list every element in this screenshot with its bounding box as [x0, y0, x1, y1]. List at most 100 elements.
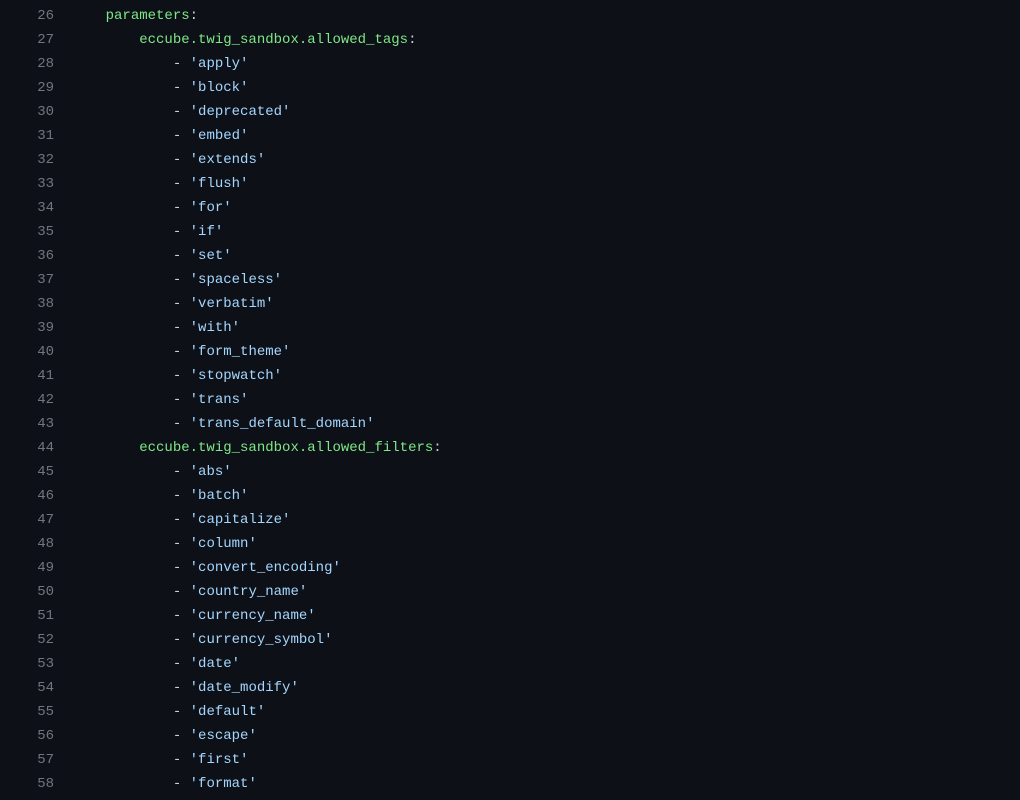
- code-line[interactable]: 35 - 'if': [0, 220, 1020, 244]
- yaml-string: 'batch': [190, 488, 249, 504]
- dash-icon: -: [173, 176, 190, 192]
- dash-icon: -: [173, 272, 190, 288]
- code-line[interactable]: 46 - 'batch': [0, 484, 1020, 508]
- line-content: - 'abs': [72, 460, 1020, 484]
- dash-icon: -: [173, 344, 190, 360]
- yaml-string: 'date_modify': [190, 680, 299, 696]
- code-line[interactable]: 53 - 'date': [0, 652, 1020, 676]
- line-number: 31: [0, 124, 72, 148]
- code-line[interactable]: 34 - 'for': [0, 196, 1020, 220]
- line-number: 34: [0, 196, 72, 220]
- code-line[interactable]: 50 - 'country_name': [0, 580, 1020, 604]
- yaml-string: 'if': [190, 224, 224, 240]
- code-line[interactable]: 42 - 'trans': [0, 388, 1020, 412]
- dash-icon: -: [173, 152, 190, 168]
- code-line[interactable]: 51 - 'currency_name': [0, 604, 1020, 628]
- code-line[interactable]: 29 - 'block': [0, 76, 1020, 100]
- yaml-string: 'trans': [190, 392, 249, 408]
- line-content: - 'apply': [72, 52, 1020, 76]
- line-content: - 'if': [72, 220, 1020, 244]
- code-line[interactable]: 59 - 'format_currency': [0, 796, 1020, 800]
- line-number: 44: [0, 436, 72, 460]
- line-content: - 'country_name': [72, 580, 1020, 604]
- yaml-string: 'convert_encoding': [190, 560, 341, 576]
- line-number: 46: [0, 484, 72, 508]
- code-line[interactable]: 33 - 'flush': [0, 172, 1020, 196]
- code-line[interactable]: 57 - 'first': [0, 748, 1020, 772]
- dash-icon: -: [173, 416, 190, 432]
- code-line[interactable]: 45 - 'abs': [0, 460, 1020, 484]
- line-content: - 'flush': [72, 172, 1020, 196]
- code-line[interactable]: 44 eccube.twig_sandbox.allowed_filters:: [0, 436, 1020, 460]
- dash-icon: -: [173, 632, 190, 648]
- line-content: - 'column': [72, 532, 1020, 556]
- yaml-string: 'with': [190, 320, 240, 336]
- colon: :: [433, 440, 441, 456]
- code-line[interactable]: 41 - 'stopwatch': [0, 364, 1020, 388]
- dash-icon: -: [173, 392, 190, 408]
- dash-icon: -: [173, 512, 190, 528]
- line-number: 42: [0, 388, 72, 412]
- colon: :: [408, 32, 416, 48]
- code-line[interactable]: 32 - 'extends': [0, 148, 1020, 172]
- code-line[interactable]: 54 - 'date_modify': [0, 676, 1020, 700]
- code-line[interactable]: 55 - 'default': [0, 700, 1020, 724]
- code-line[interactable]: 38 - 'verbatim': [0, 292, 1020, 316]
- code-line[interactable]: 40 - 'form_theme': [0, 340, 1020, 364]
- code-line[interactable]: 43 - 'trans_default_domain': [0, 412, 1020, 436]
- yaml-string: 'first': [190, 752, 249, 768]
- code-line[interactable]: 36 - 'set': [0, 244, 1020, 268]
- line-content: eccube.twig_sandbox.allowed_tags:: [72, 28, 1020, 52]
- dash-icon: -: [173, 776, 190, 792]
- line-number: 32: [0, 148, 72, 172]
- line-number: 51: [0, 604, 72, 628]
- line-content: - 'verbatim': [72, 292, 1020, 316]
- code-line[interactable]: 28 - 'apply': [0, 52, 1020, 76]
- line-content: - 'extends': [72, 148, 1020, 172]
- yaml-string: 'capitalize': [190, 512, 291, 528]
- line-number: 33: [0, 172, 72, 196]
- line-number: 28: [0, 52, 72, 76]
- yaml-string: 'currency_name': [190, 608, 316, 624]
- line-number: 49: [0, 556, 72, 580]
- code-line[interactable]: 37 - 'spaceless': [0, 268, 1020, 292]
- dash-icon: -: [173, 128, 190, 144]
- code-line[interactable]: 27 eccube.twig_sandbox.allowed_tags:: [0, 28, 1020, 52]
- dash-icon: -: [173, 752, 190, 768]
- dash-icon: -: [173, 728, 190, 744]
- yaml-string: 'apply': [190, 56, 249, 72]
- line-content: - 'batch': [72, 484, 1020, 508]
- line-content: - 'trans': [72, 388, 1020, 412]
- code-line[interactable]: 31 - 'embed': [0, 124, 1020, 148]
- yaml-string: 'deprecated': [190, 104, 291, 120]
- code-block[interactable]: 26 parameters:27 eccube.twig_sandbox.all…: [0, 0, 1020, 800]
- line-number: 40: [0, 340, 72, 364]
- code-line[interactable]: 58 - 'format': [0, 772, 1020, 796]
- code-line[interactable]: 26 parameters:: [0, 4, 1020, 28]
- yaml-string: 'flush': [190, 176, 249, 192]
- yaml-string: 'extends': [190, 152, 266, 168]
- code-line[interactable]: 48 - 'column': [0, 532, 1020, 556]
- code-line[interactable]: 39 - 'with': [0, 316, 1020, 340]
- line-number: 58: [0, 772, 72, 796]
- code-line[interactable]: 49 - 'convert_encoding': [0, 556, 1020, 580]
- line-content: - 'stopwatch': [72, 364, 1020, 388]
- line-number: 37: [0, 268, 72, 292]
- yaml-string: 'form_theme': [190, 344, 291, 360]
- code-line[interactable]: 47 - 'capitalize': [0, 508, 1020, 532]
- dash-icon: -: [173, 656, 190, 672]
- yaml-string: 'spaceless': [190, 272, 282, 288]
- line-number: 57: [0, 748, 72, 772]
- line-number: 56: [0, 724, 72, 748]
- colon: :: [190, 8, 198, 24]
- dash-icon: -: [173, 56, 190, 72]
- line-number: 48: [0, 532, 72, 556]
- line-content: - 'embed': [72, 124, 1020, 148]
- line-content: - 'capitalize': [72, 508, 1020, 532]
- code-line[interactable]: 56 - 'escape': [0, 724, 1020, 748]
- line-content: parameters:: [72, 4, 1020, 28]
- line-content: - 'date_modify': [72, 676, 1020, 700]
- code-line[interactable]: 52 - 'currency_symbol': [0, 628, 1020, 652]
- code-line[interactable]: 30 - 'deprecated': [0, 100, 1020, 124]
- dash-icon: -: [173, 608, 190, 624]
